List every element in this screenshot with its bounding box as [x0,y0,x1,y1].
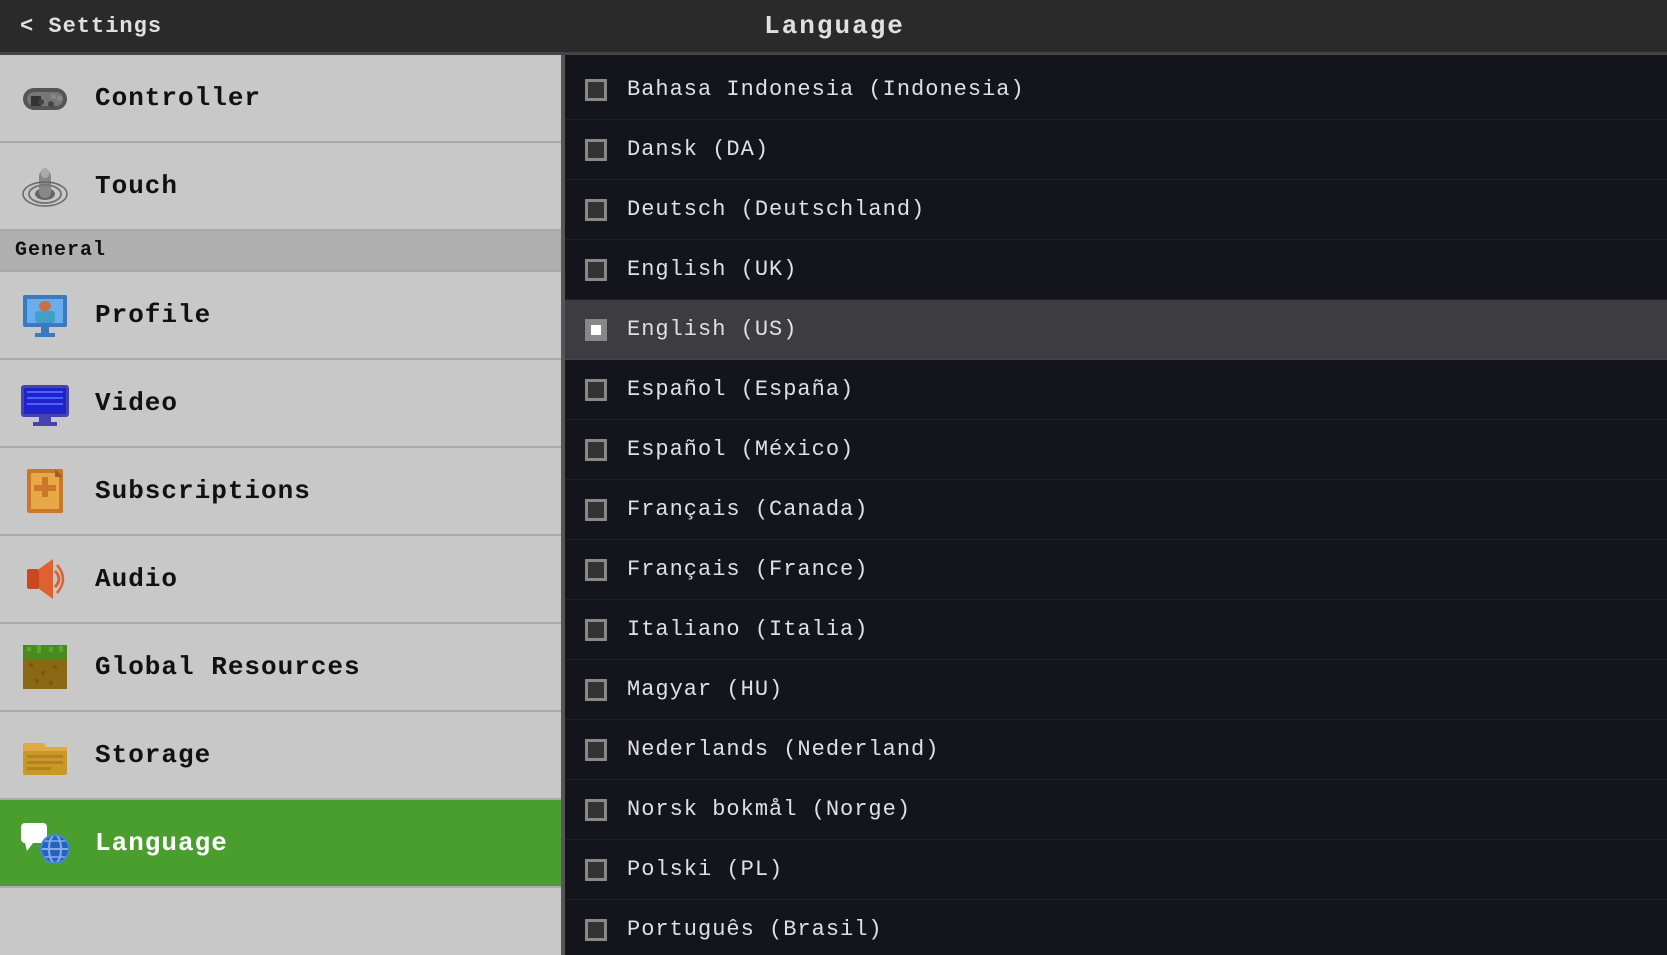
language-item-dansk[interactable]: Dansk (DA) [565,120,1667,180]
sidebar-item-language-label: Language [95,828,228,858]
video-icon [15,373,75,433]
sidebar-item-global-resources[interactable]: Global Resources [0,624,561,712]
language-name-magyar: Magyar (HU) [627,677,783,702]
sidebar-item-storage-label: Storage [95,740,211,770]
language-item-italiano[interactable]: Italiano (Italia) [565,600,1667,660]
language-checkbox-francais-france [585,559,607,581]
language-name-italiano: Italiano (Italia) [627,617,868,642]
language-item-english-us[interactable]: English (US) [565,300,1667,360]
sidebar-item-profile[interactable]: Profile [0,272,561,360]
sidebar: Controller Touch General [0,55,565,955]
language-name-espanol-mexico: Español (México) [627,437,854,462]
language-icon [15,813,75,873]
right-panel: Bahasa Indonesia (Indonesia) Dansk (DA) De… [565,55,1667,955]
language-checkbox-deutsch [585,199,607,221]
general-section-header: General [0,231,561,272]
sidebar-item-subscriptions-label: Subscriptions [95,476,311,506]
language-checkbox-francais-canada [585,499,607,521]
language-checkbox-espanol-mexico [585,439,607,461]
language-checkbox-portugues-brasil [585,919,607,941]
language-item-bahasa-indonesia[interactable]: Bahasa Indonesia (Indonesia) [565,60,1667,120]
language-checkbox-english-us [585,319,607,341]
language-name-deutsch: Deutsch (Deutschland) [627,197,925,222]
language-name-dansk: Dansk (DA) [627,137,769,162]
sidebar-item-video[interactable]: Video [0,360,561,448]
global-resources-icon [15,637,75,697]
language-name-polski: Polski (PL) [627,857,783,882]
sidebar-item-controller[interactable]: Controller [0,55,561,143]
sidebar-item-video-label: Video [95,388,178,418]
language-item-norsk[interactable]: Norsk bokmål (Norge) [565,780,1667,840]
sidebar-item-touch[interactable]: Touch [0,143,561,231]
controller-icon [15,68,75,128]
sidebar-item-controller-label: Controller [95,83,261,113]
language-name-nederlands: Nederlands (Nederland) [627,737,939,762]
language-item-english-uk[interactable]: English (UK) [565,240,1667,300]
sidebar-item-touch-label: Touch [95,171,178,201]
language-item-espanol-espana[interactable]: Español (España) [565,360,1667,420]
sidebar-item-global-resources-label: Global Resources [95,652,361,682]
sidebar-item-audio[interactable]: Audio [0,536,561,624]
back-button[interactable]: < Settings [0,14,182,39]
language-name-english-uk: English (UK) [627,257,797,282]
touch-icon [15,156,75,216]
language-item-francais-france[interactable]: Français (France) [565,540,1667,600]
language-checkbox-nederlands [585,739,607,761]
language-checkbox-magyar [585,679,607,701]
sidebar-item-storage[interactable]: Storage [0,712,561,800]
sidebar-item-language[interactable]: Language [0,800,561,888]
language-checkbox-norsk [585,799,607,821]
sidebar-item-audio-label: Audio [95,564,178,594]
main-content: Controller Touch General [0,55,1667,955]
language-item-nederlands[interactable]: Nederlands (Nederland) [565,720,1667,780]
language-list: Bahasa Indonesia (Indonesia) Dansk (DA) De… [565,55,1667,955]
storage-icon [15,725,75,785]
language-name-english-us: English (US) [627,317,797,342]
language-item-francais-canada[interactable]: Français (Canada) [565,480,1667,540]
language-item-portugues-brasil[interactable]: Português (Brasil) [565,900,1667,955]
language-checkbox-polski [585,859,607,881]
language-name-francais-canada: Français (Canada) [627,497,868,522]
language-name-bahasa-indonesia: Bahasa Indonesia (Indonesia) [627,77,1025,102]
language-item-deutsch[interactable]: Deutsch (Deutschland) [565,180,1667,240]
subscriptions-icon [15,461,75,521]
language-item-espanol-mexico[interactable]: Español (México) [565,420,1667,480]
page-title: Language [182,11,1487,41]
audio-icon [15,549,75,609]
language-name-norsk: Norsk bokmål (Norge) [627,797,911,822]
language-checkbox-dansk [585,139,607,161]
top-bar: < Settings Language [0,0,1667,55]
sidebar-item-profile-label: Profile [95,300,211,330]
language-checkbox-espanol-espana [585,379,607,401]
language-name-espanol-espana: Español (España) [627,377,854,402]
language-checkbox-italiano [585,619,607,641]
language-item-magyar[interactable]: Magyar (HU) [565,660,1667,720]
profile-icon [15,285,75,345]
language-checkbox-english-uk [585,259,607,281]
language-item-polski[interactable]: Polski (PL) [565,840,1667,900]
language-checkbox-bahasa-indonesia [585,79,607,101]
sidebar-item-subscriptions[interactable]: Subscriptions [0,448,561,536]
language-name-portugues-brasil: Português (Brasil) [627,917,883,942]
language-name-francais-france: Français (France) [627,557,868,582]
